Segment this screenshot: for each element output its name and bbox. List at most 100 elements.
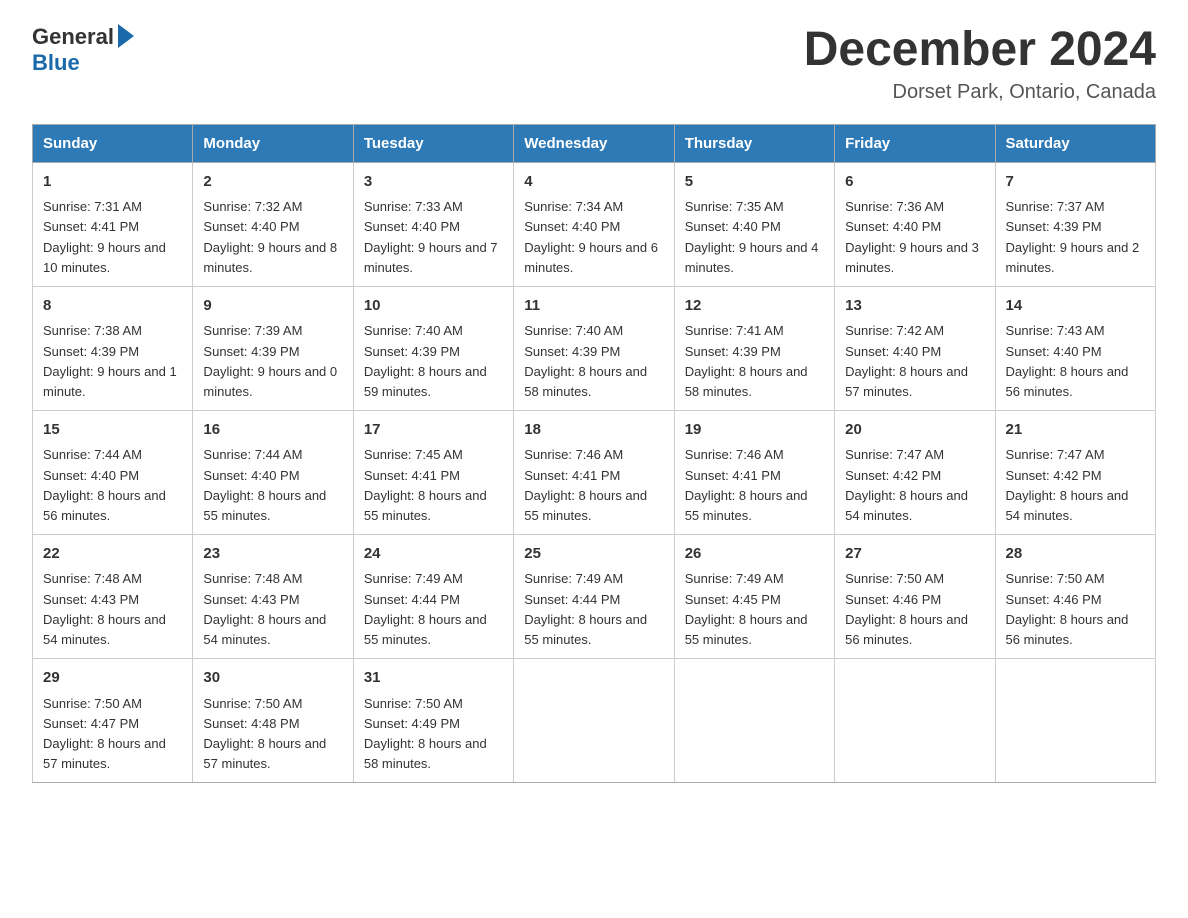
calendar-cell: 31 Sunrise: 7:50 AMSunset: 4:49 PMDayligh… xyxy=(353,659,513,783)
day-number: 23 xyxy=(203,543,342,566)
calendar-cell: 18Sunrise: 7:46 AMSunset: 4:41 PMDayligh… xyxy=(514,410,674,534)
calendar-cell xyxy=(835,659,995,783)
header-friday: Friday xyxy=(835,124,995,162)
day-number: 25 xyxy=(524,543,663,566)
day-number: 6 xyxy=(845,171,984,194)
calendar-cell: 1 Sunrise: 7:31 AMSunset: 4:41 PMDaylight… xyxy=(33,162,193,286)
day-number: 3 xyxy=(364,171,503,194)
calendar-cell: 25 Sunrise: 7:49 AMSunset: 4:44 PMDayligh… xyxy=(514,534,674,658)
day-number: 11 xyxy=(524,295,663,318)
day-number: 21 xyxy=(1006,419,1145,442)
day-number: 7 xyxy=(1006,171,1145,194)
calendar-cell: 11 Sunrise: 7:40 AMSunset: 4:39 PMDayligh… xyxy=(514,286,674,410)
day-info: Sunrise: 7:48 AMSunset: 4:43 PMDaylight:… xyxy=(43,569,182,650)
day-info: Sunrise: 7:41 AMSunset: 4:39 PMDaylight:… xyxy=(685,321,824,402)
calendar-cell: 10 Sunrise: 7:40 AMSunset: 4:39 PMDayligh… xyxy=(353,286,513,410)
calendar-week-2: 8 Sunrise: 7:38 AMSunset: 4:39 PMDaylight… xyxy=(33,286,1156,410)
day-number: 29 xyxy=(43,667,182,690)
calendar-cell: 3 Sunrise: 7:33 AMSunset: 4:40 PMDaylight… xyxy=(353,162,513,286)
calendar-cell xyxy=(674,659,834,783)
day-number: 4 xyxy=(524,171,663,194)
day-number: 14 xyxy=(1006,295,1145,318)
calendar-cell: 14 Sunrise: 7:43 AMSunset: 4:40 PMDayligh… xyxy=(995,286,1155,410)
day-info: Sunrise: 7:43 AMSunset: 4:40 PMDaylight:… xyxy=(1006,321,1145,402)
calendar-cell: 16 Sunrise: 7:44 AMSunset: 4:40 PMDayligh… xyxy=(193,410,353,534)
calendar-cell: 4 Sunrise: 7:34 AMSunset: 4:40 PMDaylight… xyxy=(514,162,674,286)
calendar-cell: 22 Sunrise: 7:48 AMSunset: 4:43 PMDayligh… xyxy=(33,534,193,658)
weekday-header-row: Sunday Monday Tuesday Wednesday Thursday… xyxy=(33,124,1156,162)
calendar-cell: 2Sunrise: 7:32 AMSunset: 4:40 PMDaylight… xyxy=(193,162,353,286)
location-text: Dorset Park, Ontario, Canada xyxy=(804,81,1156,104)
calendar-cell: 5 Sunrise: 7:35 AMSunset: 4:40 PMDaylight… xyxy=(674,162,834,286)
header-saturday: Saturday xyxy=(995,124,1155,162)
logo-arrow-icon xyxy=(118,24,134,48)
calendar-week-4: 22 Sunrise: 7:48 AMSunset: 4:43 PMDayligh… xyxy=(33,534,1156,658)
day-number: 24 xyxy=(364,543,503,566)
title-section: December 2024 Dorset Park, Ontario, Cana… xyxy=(804,24,1156,104)
day-number: 31 xyxy=(364,667,503,690)
day-info: Sunrise: 7:42 AMSunset: 4:40 PMDaylight:… xyxy=(845,321,984,402)
calendar-cell: 12 Sunrise: 7:41 AMSunset: 4:39 PMDayligh… xyxy=(674,286,834,410)
calendar-cell: 6 Sunrise: 7:36 AMSunset: 4:40 PMDaylight… xyxy=(835,162,995,286)
day-number: 1 xyxy=(43,171,182,194)
calendar-cell xyxy=(514,659,674,783)
calendar-cell: 28Sunrise: 7:50 AMSunset: 4:46 PMDayligh… xyxy=(995,534,1155,658)
calendar-cell: 23 Sunrise: 7:48 AMSunset: 4:43 PMDayligh… xyxy=(193,534,353,658)
day-info: Sunrise: 7:35 AMSunset: 4:40 PMDaylight:… xyxy=(685,197,824,278)
day-info: Sunrise: 7:38 AMSunset: 4:39 PMDaylight:… xyxy=(43,321,182,402)
day-info: Sunrise: 7:40 AMSunset: 4:39 PMDaylight:… xyxy=(364,321,503,402)
calendar-cell: 17Sunrise: 7:45 AMSunset: 4:41 PMDayligh… xyxy=(353,410,513,534)
calendar-week-3: 15 Sunrise: 7:44 AMSunset: 4:40 PMDayligh… xyxy=(33,410,1156,534)
day-number: 13 xyxy=(845,295,984,318)
day-info: Sunrise: 7:36 AMSunset: 4:40 PMDaylight:… xyxy=(845,197,984,278)
day-number: 12 xyxy=(685,295,824,318)
calendar-cell: 13 Sunrise: 7:42 AMSunset: 4:40 PMDayligh… xyxy=(835,286,995,410)
calendar-cell: 8 Sunrise: 7:38 AMSunset: 4:39 PMDaylight… xyxy=(33,286,193,410)
day-number: 27 xyxy=(845,543,984,566)
header-wednesday: Wednesday xyxy=(514,124,674,162)
day-info: Sunrise: 7:46 AMSunset: 4:41 PMDaylight:… xyxy=(685,445,824,526)
day-info: Sunrise: 7:50 AMSunset: 4:49 PMDaylight:… xyxy=(364,694,503,775)
day-number: 16 xyxy=(203,419,342,442)
day-info: Sunrise: 7:46 AMSunset: 4:41 PMDaylight:… xyxy=(524,445,663,526)
month-title: December 2024 xyxy=(804,24,1156,77)
day-info: Sunrise: 7:37 AMSunset: 4:39 PMDaylight:… xyxy=(1006,197,1145,278)
day-info: Sunrise: 7:50 AMSunset: 4:46 PMDaylight:… xyxy=(845,569,984,650)
day-info: Sunrise: 7:44 AMSunset: 4:40 PMDaylight:… xyxy=(203,445,342,526)
day-number: 28 xyxy=(1006,543,1145,566)
day-info: Sunrise: 7:45 AMSunset: 4:41 PMDaylight:… xyxy=(364,445,503,526)
day-info: Sunrise: 7:40 AMSunset: 4:39 PMDaylight:… xyxy=(524,321,663,402)
day-info: Sunrise: 7:31 AMSunset: 4:41 PMDaylight:… xyxy=(43,197,182,278)
calendar-week-1: 1 Sunrise: 7:31 AMSunset: 4:41 PMDaylight… xyxy=(33,162,1156,286)
day-number: 5 xyxy=(685,171,824,194)
header-sunday: Sunday xyxy=(33,124,193,162)
calendar-cell: 15 Sunrise: 7:44 AMSunset: 4:40 PMDayligh… xyxy=(33,410,193,534)
day-number: 10 xyxy=(364,295,503,318)
calendar-week-5: 29Sunrise: 7:50 AMSunset: 4:47 PMDayligh… xyxy=(33,659,1156,783)
day-info: Sunrise: 7:49 AMSunset: 4:45 PMDaylight:… xyxy=(685,569,824,650)
calendar-cell: 27 Sunrise: 7:50 AMSunset: 4:46 PMDayligh… xyxy=(835,534,995,658)
logo: General Blue xyxy=(32,24,134,76)
day-number: 8 xyxy=(43,295,182,318)
day-info: Sunrise: 7:47 AMSunset: 4:42 PMDaylight:… xyxy=(1006,445,1145,526)
day-info: Sunrise: 7:34 AMSunset: 4:40 PMDaylight:… xyxy=(524,197,663,278)
calendar-table: Sunday Monday Tuesday Wednesday Thursday… xyxy=(32,124,1156,783)
calendar-cell: 19 Sunrise: 7:46 AMSunset: 4:41 PMDayligh… xyxy=(674,410,834,534)
calendar-cell: 30Sunrise: 7:50 AMSunset: 4:48 PMDayligh… xyxy=(193,659,353,783)
day-info: Sunrise: 7:48 AMSunset: 4:43 PMDaylight:… xyxy=(203,569,342,650)
day-number: 19 xyxy=(685,419,824,442)
day-info: Sunrise: 7:32 AMSunset: 4:40 PMDaylight:… xyxy=(203,197,342,278)
day-number: 15 xyxy=(43,419,182,442)
day-number: 22 xyxy=(43,543,182,566)
day-number: 20 xyxy=(845,419,984,442)
day-info: Sunrise: 7:33 AMSunset: 4:40 PMDaylight:… xyxy=(364,197,503,278)
calendar-cell xyxy=(995,659,1155,783)
header-thursday: Thursday xyxy=(674,124,834,162)
day-number: 9 xyxy=(203,295,342,318)
day-info: Sunrise: 7:49 AMSunset: 4:44 PMDaylight:… xyxy=(364,569,503,650)
calendar-cell: 26Sunrise: 7:49 AMSunset: 4:45 PMDayligh… xyxy=(674,534,834,658)
day-info: Sunrise: 7:44 AMSunset: 4:40 PMDaylight:… xyxy=(43,445,182,526)
day-info: Sunrise: 7:49 AMSunset: 4:44 PMDaylight:… xyxy=(524,569,663,650)
day-number: 30 xyxy=(203,667,342,690)
header-monday: Monday xyxy=(193,124,353,162)
